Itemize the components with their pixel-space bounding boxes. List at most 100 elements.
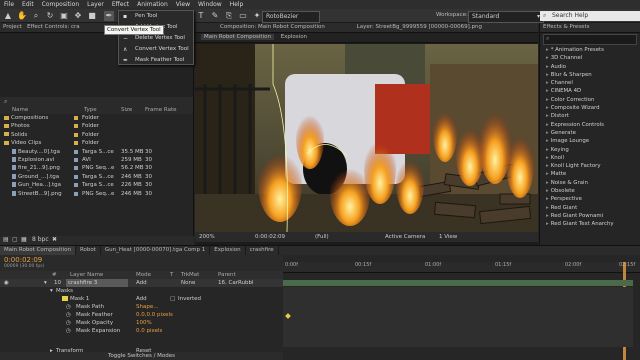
menu-mask-feather-tool[interactable]: ✒ Mask Feather Tool — [119, 55, 193, 66]
timeline-tab[interactable]: Explosion — [210, 246, 246, 255]
project-item[interactable]: Compositions Folder — [0, 114, 193, 122]
effects-category[interactable]: 3D Channel — [540, 54, 640, 62]
label-color[interactable] — [74, 166, 78, 171]
mask-property-row[interactable]: ◷ Mask Expansion 0.0 pixels — [0, 327, 283, 335]
effects-category[interactable]: * Animation Presets — [540, 46, 640, 54]
twirl-icon[interactable]: ▾ — [50, 287, 53, 295]
current-time[interactable]: 0:00:02:09 — [255, 232, 285, 242]
menu-convert-vertex-tool[interactable]: ∧ Convert Vertex Tool — [119, 44, 193, 55]
label-color[interactable] — [74, 116, 78, 120]
camera-select[interactable]: Active Camera — [385, 232, 425, 242]
masks-group-row[interactable]: ▾ Masks — [0, 287, 283, 295]
timecode[interactable]: 0:00:02:09 — [4, 256, 42, 264]
project-item[interactable]: Ground_...].tga Targa S...ce 246 MB 30 — [0, 173, 193, 181]
timeline-tab[interactable]: Gun_Heat [0000-00070].tga Comp 1 — [101, 246, 211, 255]
search-help-input[interactable]: ⌕ Search Help — [540, 11, 640, 21]
hand-tool-icon[interactable]: ✋ — [17, 11, 27, 21]
stopwatch-icon[interactable]: ◷ — [66, 327, 71, 335]
col-name[interactable]: Name — [12, 106, 28, 114]
menu-view[interactable]: View — [172, 0, 194, 9]
col-size[interactable]: Size — [121, 106, 132, 114]
mask-mode[interactable]: Add — [136, 295, 147, 303]
property-value[interactable]: 100% — [136, 319, 152, 327]
menu-composition[interactable]: Composition — [38, 0, 83, 9]
property-value[interactable]: Shape... — [136, 303, 158, 311]
effects-category[interactable]: Knoll — [540, 154, 640, 162]
effects-title[interactable]: Effects & Presets — [540, 23, 640, 33]
mask-color-swatch[interactable] — [62, 296, 68, 301]
mask-property-row[interactable]: ◷ Mask Opacity 100% — [0, 319, 283, 327]
camera-tool-icon[interactable]: ▣ — [59, 11, 69, 21]
menu-layer[interactable]: Layer — [83, 0, 108, 9]
bpc-label[interactable]: 8 bpc — [32, 236, 49, 243]
rotate-tool-icon[interactable]: ↻ — [45, 11, 55, 21]
toggle-switches-modes[interactable]: Toggle Switches / Modes — [0, 352, 283, 360]
mask-tool-icon[interactable]: ■ — [87, 11, 97, 21]
menu-help[interactable]: Help — [226, 0, 248, 9]
effects-category[interactable]: Noise & Grain — [540, 179, 640, 187]
label-color[interactable] — [74, 191, 78, 196]
layer-bar[interactable] — [283, 280, 633, 286]
effects-category[interactable]: Audio — [540, 63, 640, 71]
stopwatch-icon[interactable]: ◷ — [66, 319, 71, 327]
interpret-icon[interactable]: ▤ — [3, 236, 9, 243]
tab-composition[interactable]: Composition: Main Robot Composition — [220, 24, 325, 30]
effects-category[interactable]: Red Giant — [540, 204, 640, 212]
effects-category[interactable]: Channel — [540, 79, 640, 87]
effects-category[interactable]: Obsolete — [540, 187, 640, 195]
pen-tool-icon[interactable]: ✒ — [104, 11, 114, 21]
label-color[interactable] — [74, 157, 78, 162]
inverted-checkbox[interactable]: □ — [170, 295, 175, 303]
effects-category[interactable]: Blur & Sharpen — [540, 71, 640, 79]
effects-category[interactable]: Color Correction — [540, 96, 640, 104]
label-color[interactable] — [74, 183, 78, 188]
layer-parent[interactable]: 16. CarRubbl — [218, 279, 254, 287]
effects-category[interactable]: Composite Wizard — [540, 104, 640, 112]
mask-name[interactable]: Mask 1 — [70, 295, 89, 303]
menu-animation[interactable]: Animation — [133, 0, 172, 9]
twirl-icon[interactable]: ▾ — [44, 279, 47, 287]
col-type[interactable]: Type — [84, 106, 97, 114]
selection-tool-icon[interactable]: ▲ — [3, 11, 13, 21]
subtab-main-robot[interactable]: Main Robot Composition — [201, 34, 274, 40]
menu-file[interactable]: File — [0, 0, 18, 9]
zoom-level[interactable]: 200% — [199, 232, 215, 242]
zoom-tool-icon[interactable]: ⌕ — [31, 11, 41, 21]
project-item[interactable]: Solids Folder — [0, 131, 193, 139]
effects-category[interactable]: Image Lounge — [540, 137, 640, 145]
effects-category[interactable]: Knoll Light Factory — [540, 162, 640, 170]
col-frame-rate[interactable]: Frame Rate — [145, 106, 177, 114]
effects-category[interactable]: Perspective — [540, 195, 640, 203]
resolution[interactable]: (Full) — [315, 232, 329, 242]
effects-category[interactable]: Expression Controls — [540, 121, 640, 129]
stopwatch-icon[interactable]: ◷ — [66, 311, 71, 319]
effects-search-input[interactable]: ⌕ — [543, 34, 637, 45]
pan-behind-tool-icon[interactable]: ✥ — [73, 11, 83, 21]
effects-category[interactable]: Keying — [540, 146, 640, 154]
timeline-tab[interactable]: Main Robot Composition — [0, 246, 76, 255]
effects-category[interactable]: Red Giant Pownami — [540, 212, 640, 220]
subtab-explosion[interactable]: Explosion — [281, 34, 307, 40]
rotobezier-checkbox[interactable]: RotoBezier — [262, 11, 320, 23]
time-ruler[interactable]: 0:00f 00:15f 01:00f 01:15f 02:00f 02:15f — [283, 262, 640, 273]
timeline-tab[interactable]: Robot — [76, 246, 101, 255]
view-layout[interactable]: 1 View — [439, 232, 457, 242]
property-value[interactable]: 0.0 pixels — [136, 327, 162, 335]
new-folder-icon[interactable]: ▢ — [12, 236, 18, 243]
clone-tool-icon[interactable]: ⎘ — [224, 11, 234, 21]
menu-effect[interactable]: Effect — [108, 0, 133, 9]
label-color[interactable] — [74, 149, 78, 154]
project-item[interactable]: Explosion.avi AVI 259 MB 30 — [0, 156, 193, 164]
project-item[interactable]: StreetB...9].png PNG Seq...e 246 MB 30 — [0, 190, 193, 198]
roto-brush-icon[interactable]: ✦ — [252, 11, 262, 21]
effects-category[interactable]: Generate — [540, 129, 640, 137]
effects-category[interactable]: Red Giant Text Anarchy — [540, 220, 640, 228]
new-comp-icon[interactable]: ▦ — [21, 236, 27, 243]
label-color[interactable] — [74, 141, 78, 146]
menu-edit[interactable]: Edit — [18, 0, 38, 9]
mask-property-row[interactable]: ◷ Mask Feather 0.0,0.0 pixels — [0, 311, 283, 319]
project-item[interactable]: Video Clips Folder — [0, 139, 193, 147]
layer-name[interactable]: crashfire 3 — [66, 279, 128, 287]
layer-trkmat[interactable]: None — [181, 279, 195, 287]
label-color[interactable] — [74, 124, 78, 129]
